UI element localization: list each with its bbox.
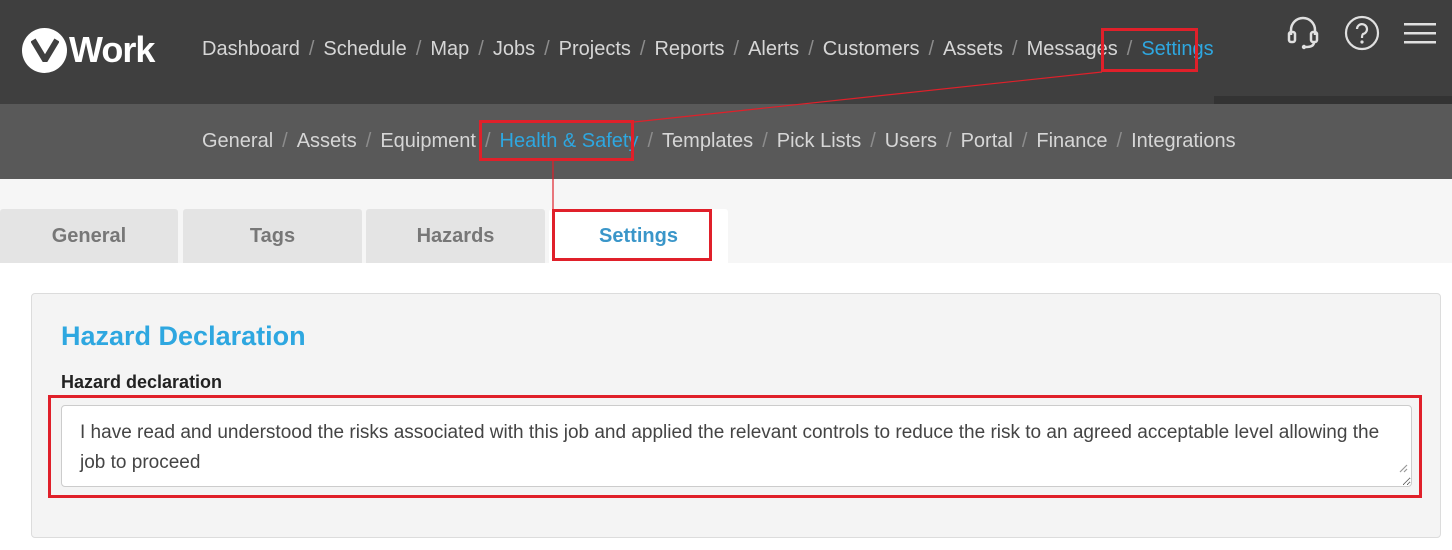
nav-separator: / [808,38,814,60]
nav-messages[interactable]: Messages [1027,38,1118,61]
subnav-pick-lists[interactable]: Pick Lists [777,130,861,153]
nav-separator: / [733,38,740,60]
nav-separator: / [762,130,768,152]
hazard-declaration-label: Hazard declaration [61,372,223,392]
header-accent-strip [1214,96,1452,104]
nav-schedule[interactable]: Schedule [323,38,406,61]
tab-hazards[interactable]: Hazards [366,209,545,263]
top-icons [1262,15,1436,51]
nav-separator: / [1116,130,1123,152]
nav-separator: / [365,130,372,152]
hazard-declaration-textarea[interactable]: I have read and understood the risks ass… [61,405,1412,487]
hazard-declaration-text: I have read and understood the risks ass… [80,422,1380,473]
nav-separator: / [1012,38,1018,60]
headset-icon[interactable] [1286,15,1320,51]
nav-separator: / [308,38,315,60]
nav-settings[interactable]: Settings [1141,38,1213,61]
nav-customers[interactable]: Customers [823,38,920,61]
nav-separator: / [1021,130,1028,152]
tab-strip: General Tags Hazards Settings [0,179,1452,263]
main-nav: Dashboard / Schedule / Map / Jobs / Projects… [202,38,1214,61]
subnav-finance[interactable]: Finance [1036,130,1107,153]
nav-separator: / [478,38,484,60]
logo-text: Work [69,29,155,70]
menu-icon[interactable] [1404,21,1436,45]
subnav-integrations[interactable]: Integrations [1131,130,1236,153]
nav-separator: / [639,38,646,60]
panel-title: Hazard Declaration [61,321,306,351]
subnav-general[interactable]: General [202,130,273,153]
subnav-assets[interactable]: Assets [297,130,357,153]
nav-separator: / [415,38,422,60]
top-navigation-bar: Work Dashboard / Schedule / Map / Jobs / Pro… [0,0,1452,104]
nav-reports[interactable]: Reports [654,38,724,61]
nav-separator: / [870,130,876,152]
nav-separator: / [544,38,550,60]
nav-separator: / [1126,38,1133,60]
nav-separator: / [928,38,935,60]
subnav-equipment[interactable]: Equipment [380,130,476,153]
nav-separator: / [647,130,654,152]
nav-assets[interactable]: Assets [943,38,1003,61]
logo-v-icon [22,27,67,73]
nav-jobs[interactable]: Jobs [493,38,535,61]
settings-sub-nav: General / Assets / Equipment / Health & Saf… [202,130,1236,153]
nav-projects[interactable]: Projects [559,38,631,61]
nav-separator: / [946,130,952,152]
nav-dashboard[interactable]: Dashboard [202,38,300,61]
vwork-logo[interactable]: Work [22,27,155,73]
nav-alerts[interactable]: Alerts [748,38,799,61]
nav-separator: / [282,130,288,152]
subnav-health-safety[interactable]: Health & Safety [500,130,639,153]
tab-tags[interactable]: Tags [183,209,362,263]
subnav-portal[interactable]: Portal [961,130,1013,153]
help-icon[interactable] [1344,15,1380,51]
subnav-templates[interactable]: Templates [662,130,753,153]
subnav-users[interactable]: Users [885,130,937,153]
hazard-declaration-panel: Hazard Declaration Hazard declaration I … [31,293,1441,538]
resize-grip-icon[interactable] [1398,453,1408,483]
tab-settings[interactable]: Settings [549,209,728,263]
nav-separator: / [484,130,491,152]
nav-map[interactable]: Map [430,38,469,61]
tab-general[interactable]: General [0,209,178,263]
